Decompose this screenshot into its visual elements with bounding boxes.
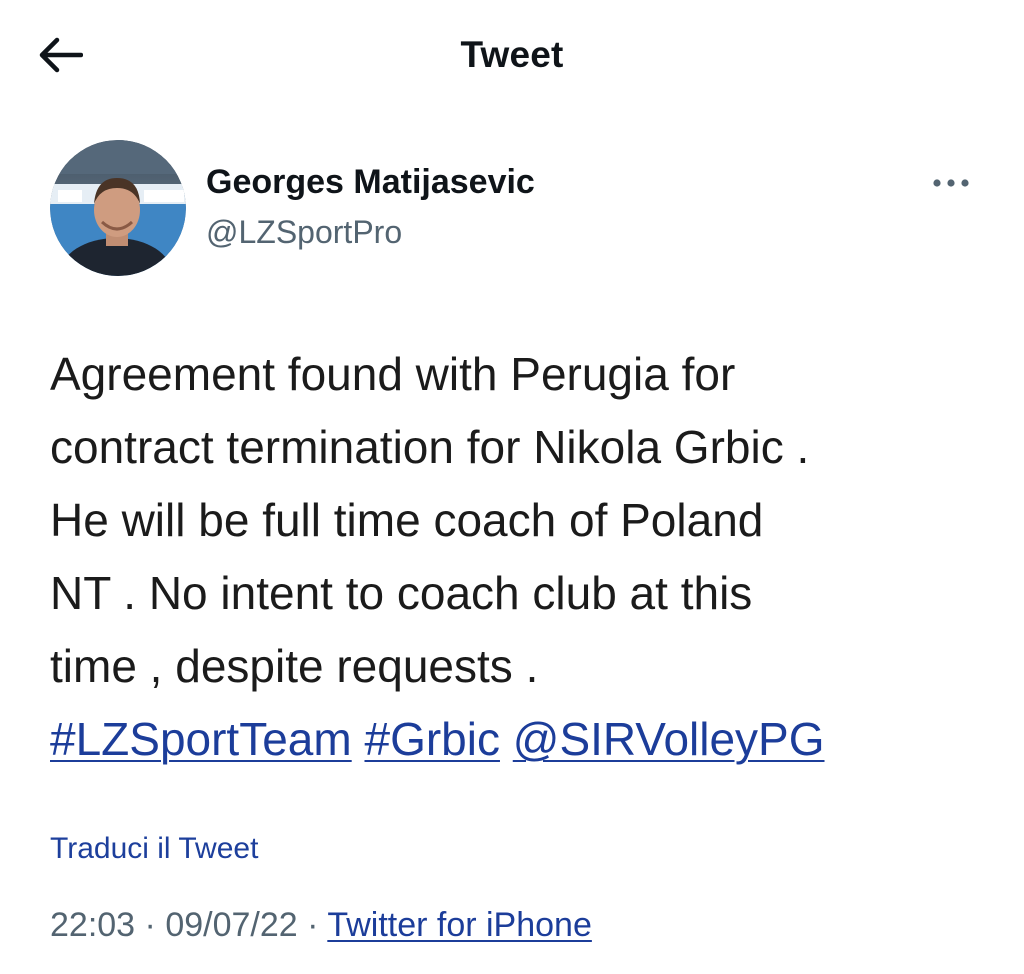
author-display-name[interactable]: Georges Matijasevic	[206, 163, 535, 202]
tweet-text-line: Agreement found with Perugia for	[50, 348, 736, 400]
tweet-metadata: 22:03 · 09/07/22 · Twitter for iPhone	[50, 906, 592, 945]
tweet-text-line: He will be full time coach of Poland	[50, 494, 764, 546]
separator-dot: ·	[307, 906, 319, 944]
tweet-text-line: NT . No intent to coach club at this	[50, 567, 753, 619]
translate-tweet-link[interactable]: Traduci il Tweet	[50, 832, 258, 866]
tweet-time: 22:03	[50, 906, 136, 944]
author-handle[interactable]: @LZSportPro	[206, 214, 402, 251]
avatar[interactable]	[50, 140, 186, 276]
separator-dot: ·	[144, 906, 156, 944]
hashtag-lzsportteam-link[interactable]: #LZSportTeam	[50, 713, 352, 765]
tweet-text-line: contract termination for Nikola Grbic .	[50, 421, 810, 473]
more-options-button[interactable]	[928, 168, 974, 198]
tweet-text: Agreement found with Perugia for contrac…	[50, 338, 1000, 776]
mention-sirvolleypg-link[interactable]: @SIRVolleyPG	[513, 713, 825, 765]
profile-photo	[50, 140, 186, 276]
tweet-tags-line: #LZSportTeam #Grbic @SIRVolleyPG	[50, 703, 1000, 776]
page-title: Tweet	[460, 34, 564, 75]
hashtag-grbic-link[interactable]: #Grbic	[364, 713, 499, 765]
more-horizontal-icon	[933, 179, 969, 187]
tweet-source-link[interactable]: Twitter for iPhone	[327, 906, 592, 944]
top-bar: Tweet	[0, 0, 1024, 110]
tweet-text-line: time , despite requests .	[50, 640, 539, 692]
tweet-date: 09/07/22	[165, 906, 298, 944]
